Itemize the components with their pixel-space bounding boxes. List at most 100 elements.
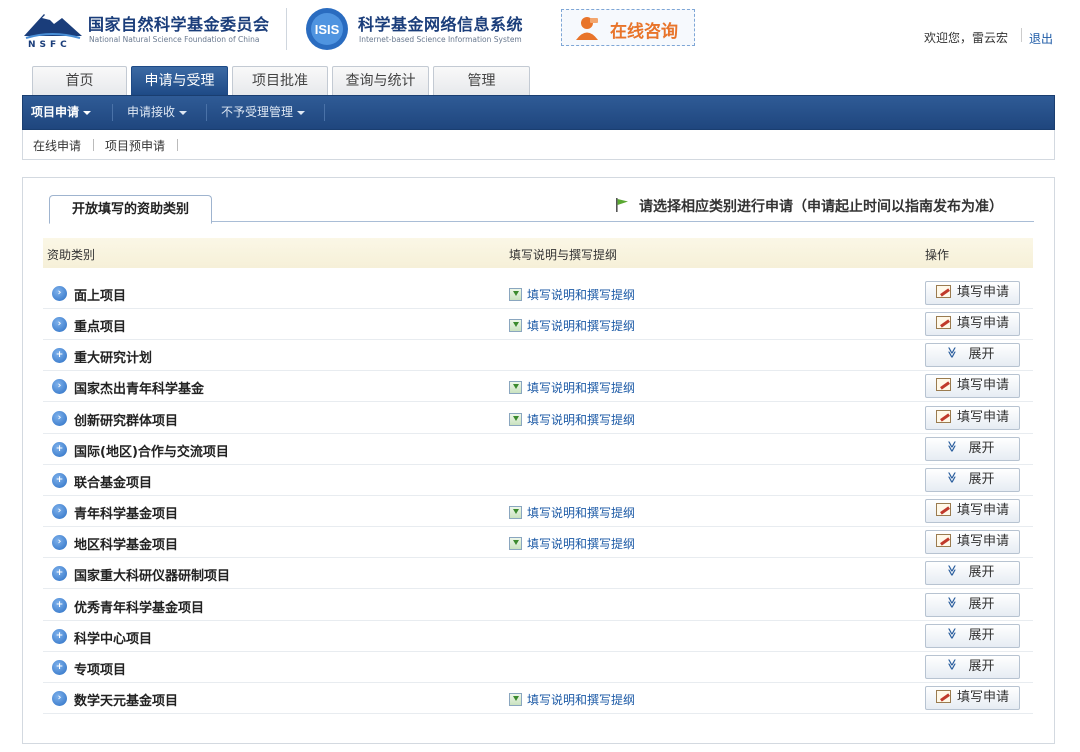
system-english-name: Internet-based Science Information Syste… (359, 35, 522, 44)
online-consult-button[interactable]: 在线咨询 (561, 9, 695, 46)
fill-application-button[interactable]: 填写申请 (925, 499, 1020, 524)
category-name: 面上项目 (74, 289, 127, 304)
plus-icon[interactable]: + (52, 659, 67, 675)
expand-button[interactable]: ≫ 展开 (925, 654, 1020, 679)
download-icon (509, 381, 522, 395)
nav-project-apply[interactable]: 项目申请 (31, 96, 92, 129)
table-header: 资助类别 填写说明与撰写提纲 操作 (43, 238, 1033, 268)
nav-reject-manage[interactable]: 不予受理管理 (221, 96, 306, 129)
category-row: + 国家重大科研仪器研制项目 ≫ 展开 (43, 558, 1033, 590)
category-name: 国家杰出青年科学基金 (74, 382, 205, 398)
plus-icon[interactable]: + (52, 566, 67, 582)
guide-link[interactable]: 填写说明和撰写提纲 (509, 379, 635, 396)
double-chevron-down-icon: ≫ (945, 658, 959, 671)
double-chevron-down-icon: ≫ (945, 347, 959, 359)
arrow-right-icon[interactable]: › (52, 535, 67, 551)
tab-query-stats[interactable]: 查询与统计 (332, 66, 429, 95)
guide-link-label: 填写说明和撰写提纲 (527, 537, 636, 552)
category-row: › 面上项目 填写说明和撰写提纲 填写申请 (43, 278, 1033, 309)
edit-icon (935, 689, 951, 703)
plus-icon[interactable]: + (52, 348, 67, 364)
category-name: 科学中心项目 (74, 631, 153, 647)
category-row: › 重点项目 填写说明和撰写提纲 填写申请 (43, 309, 1033, 341)
flag-icon (616, 198, 628, 212)
fill-application-button[interactable]: 填写申请 (925, 530, 1020, 555)
fill-application-button[interactable]: 填写申请 (925, 685, 1020, 710)
guide-link[interactable]: 填写说明和撰写提纲 (509, 317, 635, 334)
category-row: › 青年科学基金项目 填写说明和撰写提纲 填写申请 (43, 496, 1033, 528)
tab-management[interactable]: 管理 (433, 66, 530, 95)
nav-separator (324, 104, 325, 121)
guide-link-label: 填写说明和撰写提纲 (527, 381, 636, 396)
category-row: + 专项项目 ≫ 展开 (43, 652, 1033, 683)
plus-icon[interactable]: + (52, 628, 67, 644)
guide-link-label: 填写说明和撰写提纲 (527, 506, 636, 521)
fill-application-button[interactable]: 填写申请 (925, 374, 1020, 399)
logout-link[interactable]: 退出 (1029, 30, 1053, 47)
edit-icon (935, 534, 951, 548)
tab-project-approval[interactable]: 项目批准 (232, 66, 328, 95)
guide-link-label: 填写说明和撰写提纲 (527, 692, 636, 707)
fill-application-label: 填写申请 (956, 689, 1009, 705)
plus-icon[interactable]: + (52, 472, 67, 488)
guide-link-label: 填写说明和撰写提纲 (527, 412, 636, 427)
expand-button[interactable]: ≫ 展开 (925, 436, 1020, 461)
category-name: 国家重大科研仪器研制项目 (74, 569, 231, 585)
arrow-right-icon[interactable]: › (52, 504, 67, 520)
nav-separator (112, 104, 113, 121)
nav-reject-manage-label: 不予受理管理 (221, 105, 294, 119)
double-chevron-down-icon: ≫ (945, 565, 959, 577)
fill-application-button[interactable]: 填写申请 (925, 312, 1020, 337)
arrow-right-icon[interactable]: › (52, 286, 67, 301)
guide-link[interactable]: 填写说明和撰写提纲 (509, 286, 635, 303)
guide-link[interactable]: 填写说明和撰写提纲 (509, 411, 635, 428)
nsfc-name: 国家自然科学基金委员会 (88, 15, 270, 34)
plus-icon[interactable]: + (52, 441, 67, 457)
subnav-online-apply[interactable]: 在线申请 (33, 137, 81, 154)
expand-button[interactable]: ≫ 展开 (925, 592, 1020, 617)
guide-link[interactable]: 填写说明和撰写提纲 (509, 535, 635, 552)
edit-icon (935, 409, 951, 423)
category-name: 国际(地区)合作与交流项目 (74, 444, 229, 460)
chevron-down-icon (83, 110, 92, 115)
tab-apply-accept[interactable]: 申请与受理 (131, 66, 228, 95)
arrow-right-icon[interactable]: › (52, 317, 67, 333)
expand-label: 展开 (968, 658, 995, 674)
col-header-action: 操作 (925, 248, 950, 262)
category-row: › 国家杰出青年科学基金 填写说明和撰写提纲 填写申请 (43, 371, 1033, 403)
apply-notice: 请选择相应类别进行申请（申请起止时间以指南发布为准） (639, 199, 1003, 215)
category-row: + 优秀青年科学基金项目 ≫ 展开 (43, 590, 1033, 621)
expand-button[interactable]: ≫ 展开 (925, 623, 1020, 648)
edit-icon (935, 316, 951, 330)
guide-link[interactable]: 填写说明和撰写提纲 (509, 691, 635, 708)
double-chevron-down-icon: ≫ (945, 440, 959, 452)
plus-icon[interactable]: + (52, 597, 67, 613)
nav-apply-receive[interactable]: 申请接收 (127, 96, 188, 129)
download-icon (509, 506, 522, 520)
sub-nav: 在线申请 项目预申请 (22, 130, 1055, 160)
fill-application-button[interactable]: 填写申请 (925, 281, 1020, 305)
expand-label: 展开 (968, 596, 995, 612)
fill-application-button[interactable]: 填写申请 (925, 405, 1020, 430)
expand-label: 展开 (968, 627, 995, 643)
expand-button[interactable]: ≫ 展开 (925, 343, 1020, 368)
arrow-right-icon[interactable]: › (52, 410, 67, 426)
fill-application-label: 填写申请 (956, 503, 1009, 519)
download-icon (509, 412, 522, 426)
arrow-right-icon[interactable]: › (52, 379, 67, 395)
arrow-right-icon[interactable]: › (52, 690, 67, 706)
panel-tab-open-categories[interactable]: 开放填写的资助类别 (49, 195, 212, 224)
expand-button[interactable]: ≫ 展开 (925, 467, 1020, 492)
download-icon (509, 692, 522, 706)
category-name: 创新研究群体项目 (74, 413, 179, 429)
tab-home[interactable]: 首页 (32, 66, 127, 95)
guide-link[interactable]: 填写说明和撰写提纲 (509, 504, 635, 521)
expand-button[interactable]: ≫ 展开 (925, 561, 1020, 586)
edit-icon (935, 503, 951, 517)
subnav-pre-apply[interactable]: 项目预申请 (105, 137, 165, 154)
category-name: 重大研究计划 (74, 351, 153, 367)
guide-link-label: 填写说明和撰写提纲 (527, 319, 636, 334)
download-icon (509, 319, 522, 333)
category-name: 重点项目 (74, 320, 127, 336)
fill-application-label: 填写申请 (956, 409, 1009, 425)
